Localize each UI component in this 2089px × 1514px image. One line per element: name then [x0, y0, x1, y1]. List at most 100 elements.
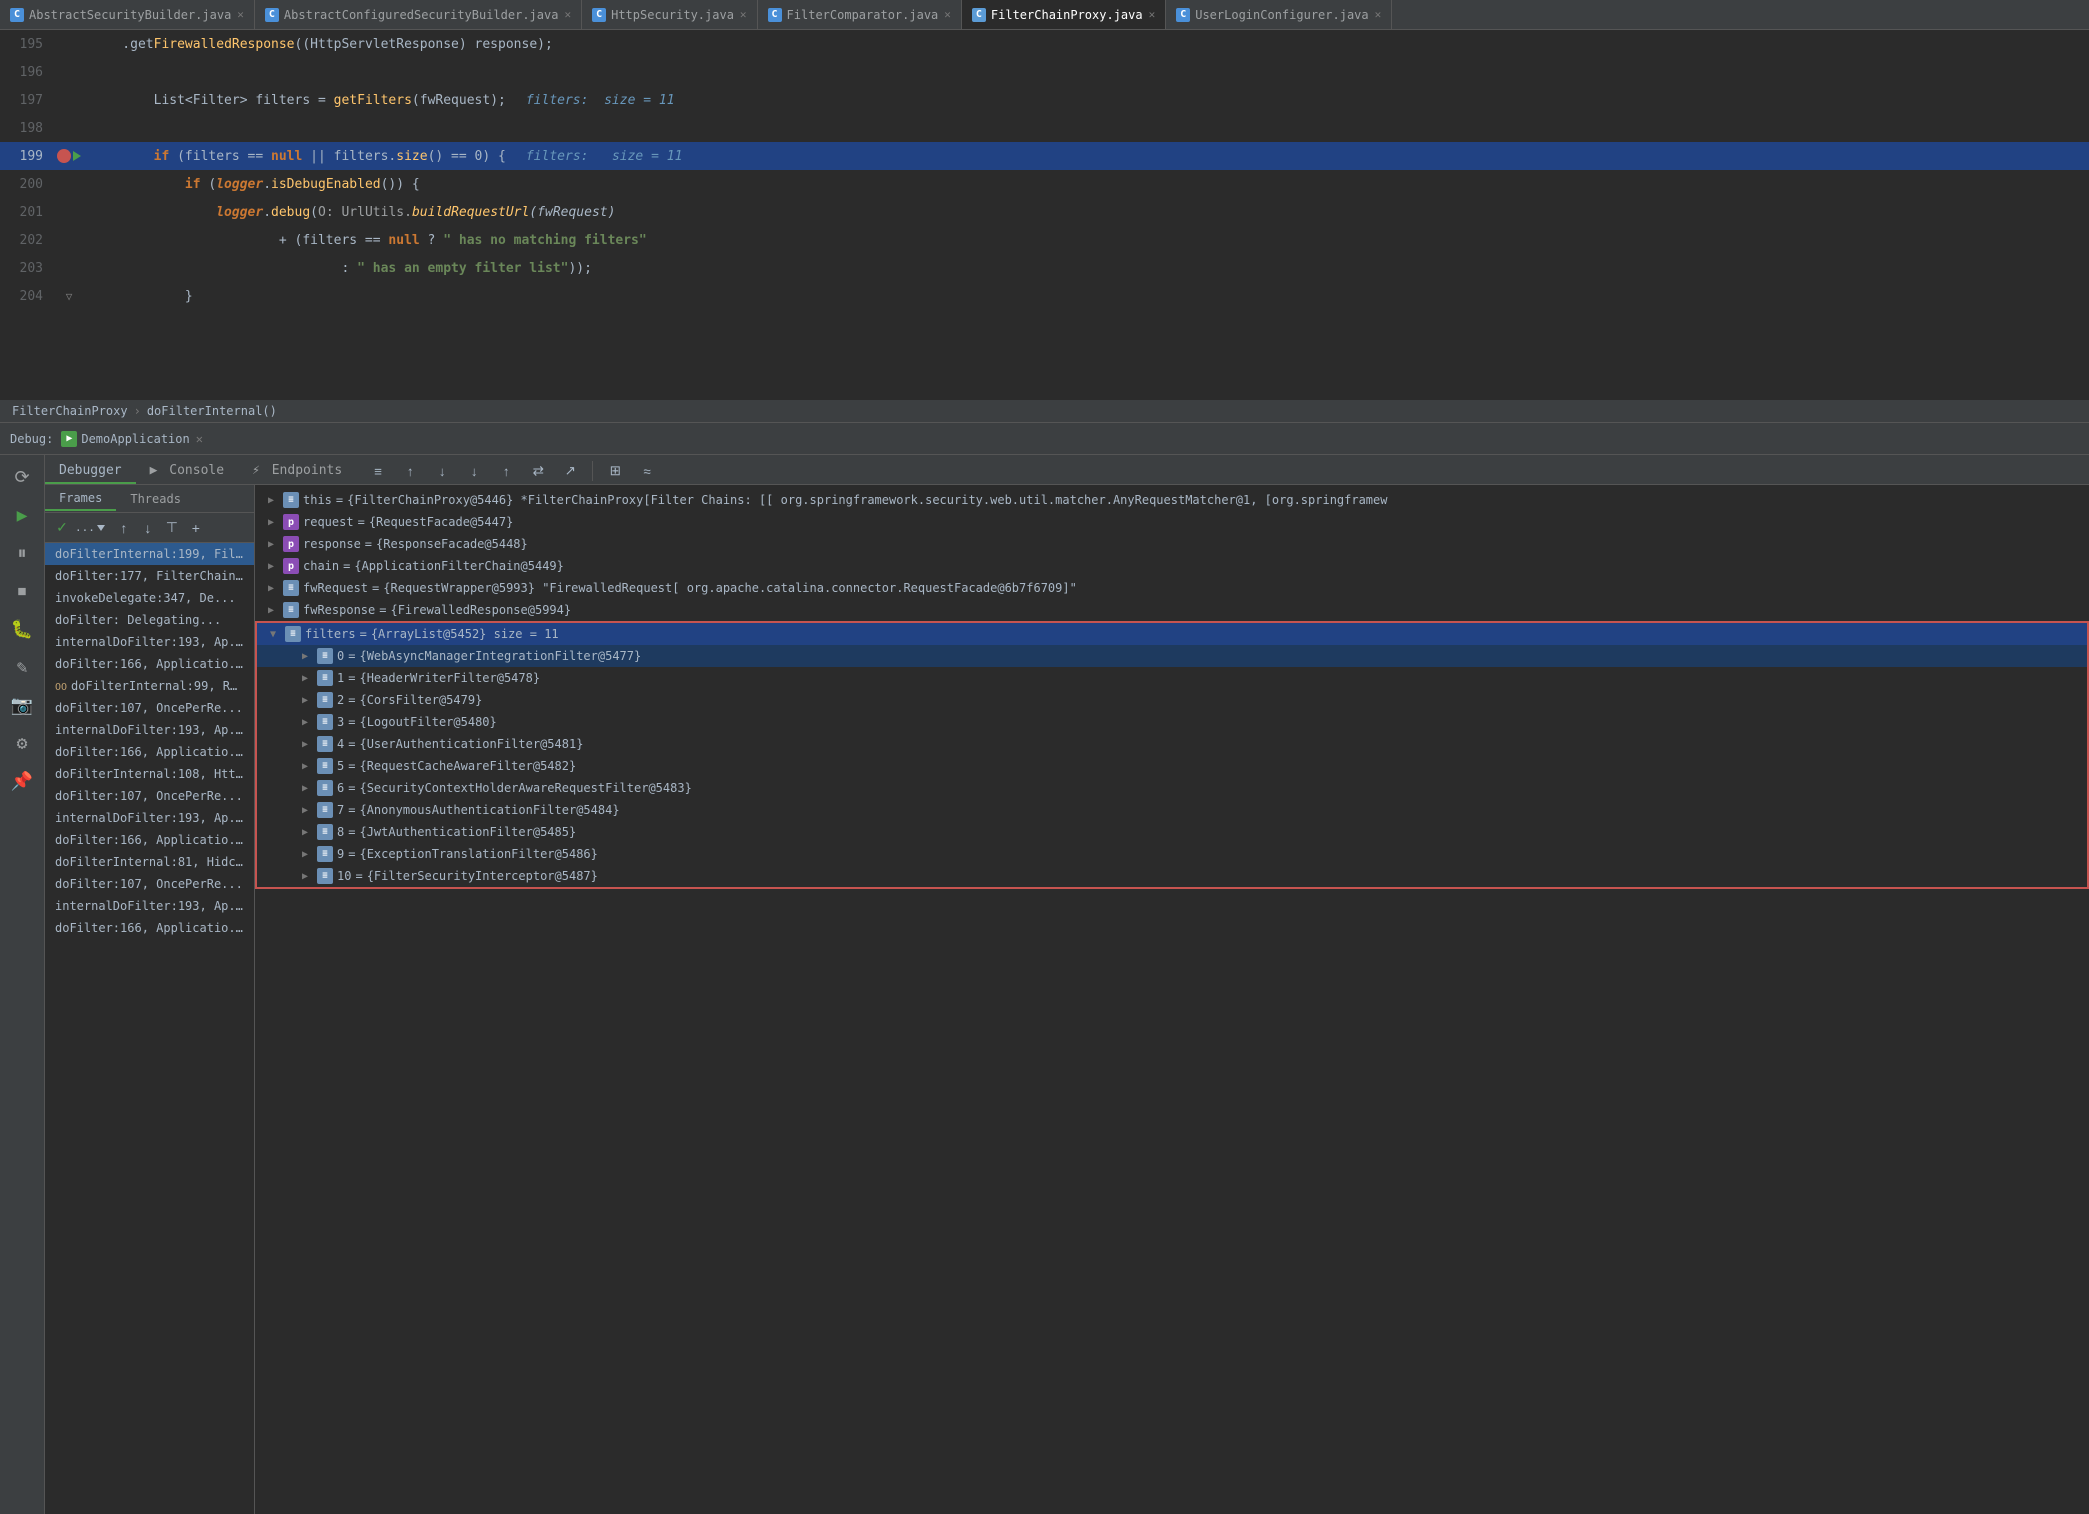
- expand-icon[interactable]: ▶: [297, 692, 313, 708]
- var-item-filter-5[interactable]: ▶ ≡ 5 = {RequestCacheAwareFilter@5482}: [257, 755, 2087, 777]
- toolbar-evaluate-btn[interactable]: ⇄: [524, 458, 552, 484]
- frame-item[interactable]: doFilter:177, FilterChain...: [45, 565, 254, 587]
- expand-icon[interactable]: ▶: [263, 536, 279, 552]
- expand-icon[interactable]: ▶: [297, 714, 313, 730]
- frame-item[interactable]: doFilter:107, OncePerRe...: [45, 873, 254, 895]
- var-item-filter-7[interactable]: ▶ ≡ 7 = {AnonymousAuthenticationFilter@5…: [257, 799, 2087, 821]
- sidebar-pause-icon[interactable]: ⏸: [4, 535, 40, 571]
- tab-endpoints[interactable]: ⚡ Endpoints: [238, 459, 356, 484]
- frames-up-btn[interactable]: ↑: [113, 517, 135, 539]
- panel-sub-tab-threads[interactable]: Threads: [116, 488, 195, 510]
- tab-abstract-security[interactable]: C AbstractSecurityBuilder.java ✕: [0, 0, 255, 30]
- expand-icon[interactable]: ▶: [263, 602, 279, 618]
- tab-abstract-configured[interactable]: C AbstractConfiguredSecurityBuilder.java…: [255, 0, 582, 30]
- tab-http-security[interactable]: C HttpSecurity.java ✕: [582, 0, 757, 30]
- toolbar-run-cursor-btn[interactable]: ↑: [492, 458, 520, 484]
- frame-item[interactable]: doFilter:166, Applicatio...: [45, 653, 254, 675]
- frame-item[interactable]: internalDoFilter:193, Ap...: [45, 895, 254, 917]
- expand-icon[interactable]: ▶: [263, 580, 279, 596]
- frame-item[interactable]: doFilter:166, Applicatio...: [45, 829, 254, 851]
- toolbar-step-out-btn[interactable]: ↓: [460, 458, 488, 484]
- panel-sub-tab-frames[interactable]: Frames: [45, 487, 116, 511]
- var-item-filter-0[interactable]: ▶ ≡ 0 = {WebAsyncManagerIntegrationFilte…: [257, 645, 2087, 667]
- frames-down-btn[interactable]: ↓: [137, 517, 159, 539]
- sidebar-pin-icon[interactable]: 📌: [4, 763, 40, 799]
- close-debug-icon[interactable]: ✕: [196, 432, 203, 446]
- tab-close[interactable]: ✕: [1375, 8, 1382, 21]
- expand-icon[interactable]: ▶: [297, 736, 313, 752]
- frames-add-btn[interactable]: +: [185, 517, 207, 539]
- var-icon-p: p: [283, 514, 299, 530]
- expand-icon[interactable]: ▶: [297, 846, 313, 862]
- expand-icon[interactable]: ▶: [263, 558, 279, 574]
- var-value: {JwtAuthenticationFilter@5485}: [359, 825, 576, 839]
- sidebar-edit-icon[interactable]: ✎: [4, 649, 40, 685]
- frame-item[interactable]: doFilter:107, OncePerRe...: [45, 697, 254, 719]
- toolbar-watch-btn[interactable]: ⊞: [601, 458, 629, 484]
- frame-item[interactable]: doFilter: Delegating...: [45, 609, 254, 631]
- toolbar-frame-btn[interactable]: ≡: [364, 458, 392, 484]
- var-item-filter-8[interactable]: ▶ ≡ 8 = {JwtAuthenticationFilter@5485}: [257, 821, 2087, 843]
- tab-close[interactable]: ✕: [740, 8, 747, 21]
- expand-icon[interactable]: ▶: [297, 670, 313, 686]
- code-content: List<Filter> filters = getFilters(fwRequ…: [83, 93, 2089, 108]
- frame-item[interactable]: internalDoFilter:193, Ap...: [45, 631, 254, 653]
- frames-filter-icon-btn[interactable]: ⊤: [161, 517, 183, 539]
- tab-close[interactable]: ✕: [237, 8, 244, 21]
- frames-filter-btn[interactable]: ✓: [51, 517, 73, 539]
- expand-icon[interactable]: ▶: [297, 758, 313, 774]
- frames-dropdown-icon[interactable]: [97, 525, 105, 531]
- sidebar-rerun-icon[interactable]: ⟳: [4, 459, 40, 495]
- var-name: 7: [337, 803, 344, 817]
- var-item-response[interactable]: ▶ p response = {ResponseFacade@5448}: [255, 533, 2089, 555]
- frame-item[interactable]: internalDoFilter:193, Ap...: [45, 807, 254, 829]
- tab-filter-comparator[interactable]: C FilterComparator.java ✕: [758, 0, 962, 30]
- toolbar-step-over-btn[interactable]: ↑: [396, 458, 424, 484]
- var-item-chain[interactable]: ▶ p chain = {ApplicationFilterChain@5449…: [255, 555, 2089, 577]
- toolbar-step-into-btn[interactable]: ↓: [428, 458, 456, 484]
- var-item-filter-2[interactable]: ▶ ≡ 2 = {CorsFilter@5479}: [257, 689, 2087, 711]
- var-item-request[interactable]: ▶ p request = {RequestFacade@5447}: [255, 511, 2089, 533]
- sidebar-mute-icon[interactable]: 🐛: [4, 611, 40, 647]
- tab-close[interactable]: ✕: [1149, 8, 1156, 21]
- expand-icon[interactable]: ▶: [297, 802, 313, 818]
- var-item-filters[interactable]: ▼ ≡ filters = {ArrayList@5452} size = 11: [257, 623, 2087, 645]
- tab-debugger[interactable]: Debugger: [45, 459, 136, 484]
- tab-close[interactable]: ✕: [564, 8, 571, 21]
- frame-item[interactable]: doFilter:166, Applicatio...: [45, 917, 254, 939]
- tab-user-login[interactable]: C UserLoginConfigurer.java ✕: [1166, 0, 1392, 30]
- var-item-this[interactable]: ▶ ≡ this = {FilterChainProxy@5446} *Filt…: [255, 489, 2089, 511]
- frame-item[interactable]: doFilterInternal:81, Hidc...: [45, 851, 254, 873]
- toolbar-memory-btn[interactable]: ≈: [633, 458, 661, 484]
- expand-icon[interactable]: ▶: [297, 780, 313, 796]
- frame-item[interactable]: invokeDelegate:347, De...: [45, 587, 254, 609]
- tab-close[interactable]: ✕: [944, 8, 951, 21]
- expand-icon[interactable]: ▶: [297, 868, 313, 884]
- expand-icon[interactable]: ▶: [263, 514, 279, 530]
- sidebar-resume-icon[interactable]: ▶: [4, 497, 40, 533]
- frame-item[interactable]: doFilter:107, OncePerRe...: [45, 785, 254, 807]
- expand-icon[interactable]: ▶: [297, 824, 313, 840]
- expand-icon[interactable]: ▶: [263, 492, 279, 508]
- sidebar-screenshot-icon[interactable]: 📷: [4, 687, 40, 723]
- toolbar-step-trace-btn[interactable]: ↗: [556, 458, 584, 484]
- expand-icon[interactable]: ▼: [265, 626, 281, 642]
- var-item-fwresponse[interactable]: ▶ ≡ fwResponse = {FirewalledResponse@599…: [255, 599, 2089, 621]
- var-item-filter-4[interactable]: ▶ ≡ 4 = {UserAuthenticationFilter@5481}: [257, 733, 2087, 755]
- var-item-fwrequest[interactable]: ▶ ≡ fwRequest = {RequestWrapper@5993} "F…: [255, 577, 2089, 599]
- var-item-filter-10[interactable]: ▶ ≡ 10 = {FilterSecurityInterceptor@5487…: [257, 865, 2087, 887]
- sidebar-stop-icon[interactable]: ⏹: [4, 573, 40, 609]
- frame-item[interactable]: internalDoFilter:193, Ap...: [45, 719, 254, 741]
- frame-item[interactable]: doFilterInternal:199, Filt...: [45, 543, 254, 565]
- frame-item[interactable]: OOdoFilterInternal:99, Requ...: [45, 675, 254, 697]
- sidebar-settings-icon[interactable]: ⚙: [4, 725, 40, 761]
- tab-console[interactable]: ▶ Console: [136, 459, 238, 484]
- expand-icon[interactable]: ▶: [297, 648, 313, 664]
- tab-filter-chain-proxy[interactable]: C FilterChainProxy.java ✕: [962, 0, 1166, 30]
- var-item-filter-1[interactable]: ▶ ≡ 1 = {HeaderWriterFilter@5478}: [257, 667, 2087, 689]
- var-item-filter-9[interactable]: ▶ ≡ 9 = {ExceptionTranslationFilter@5486…: [257, 843, 2087, 865]
- var-item-filter-3[interactable]: ▶ ≡ 3 = {LogoutFilter@5480}: [257, 711, 2087, 733]
- frame-item[interactable]: doFilterInternal:108, Htt...: [45, 763, 254, 785]
- var-item-filter-6[interactable]: ▶ ≡ 6 = {SecurityContextHolderAwareReque…: [257, 777, 2087, 799]
- frame-item[interactable]: doFilter:166, Applicatio...: [45, 741, 254, 763]
